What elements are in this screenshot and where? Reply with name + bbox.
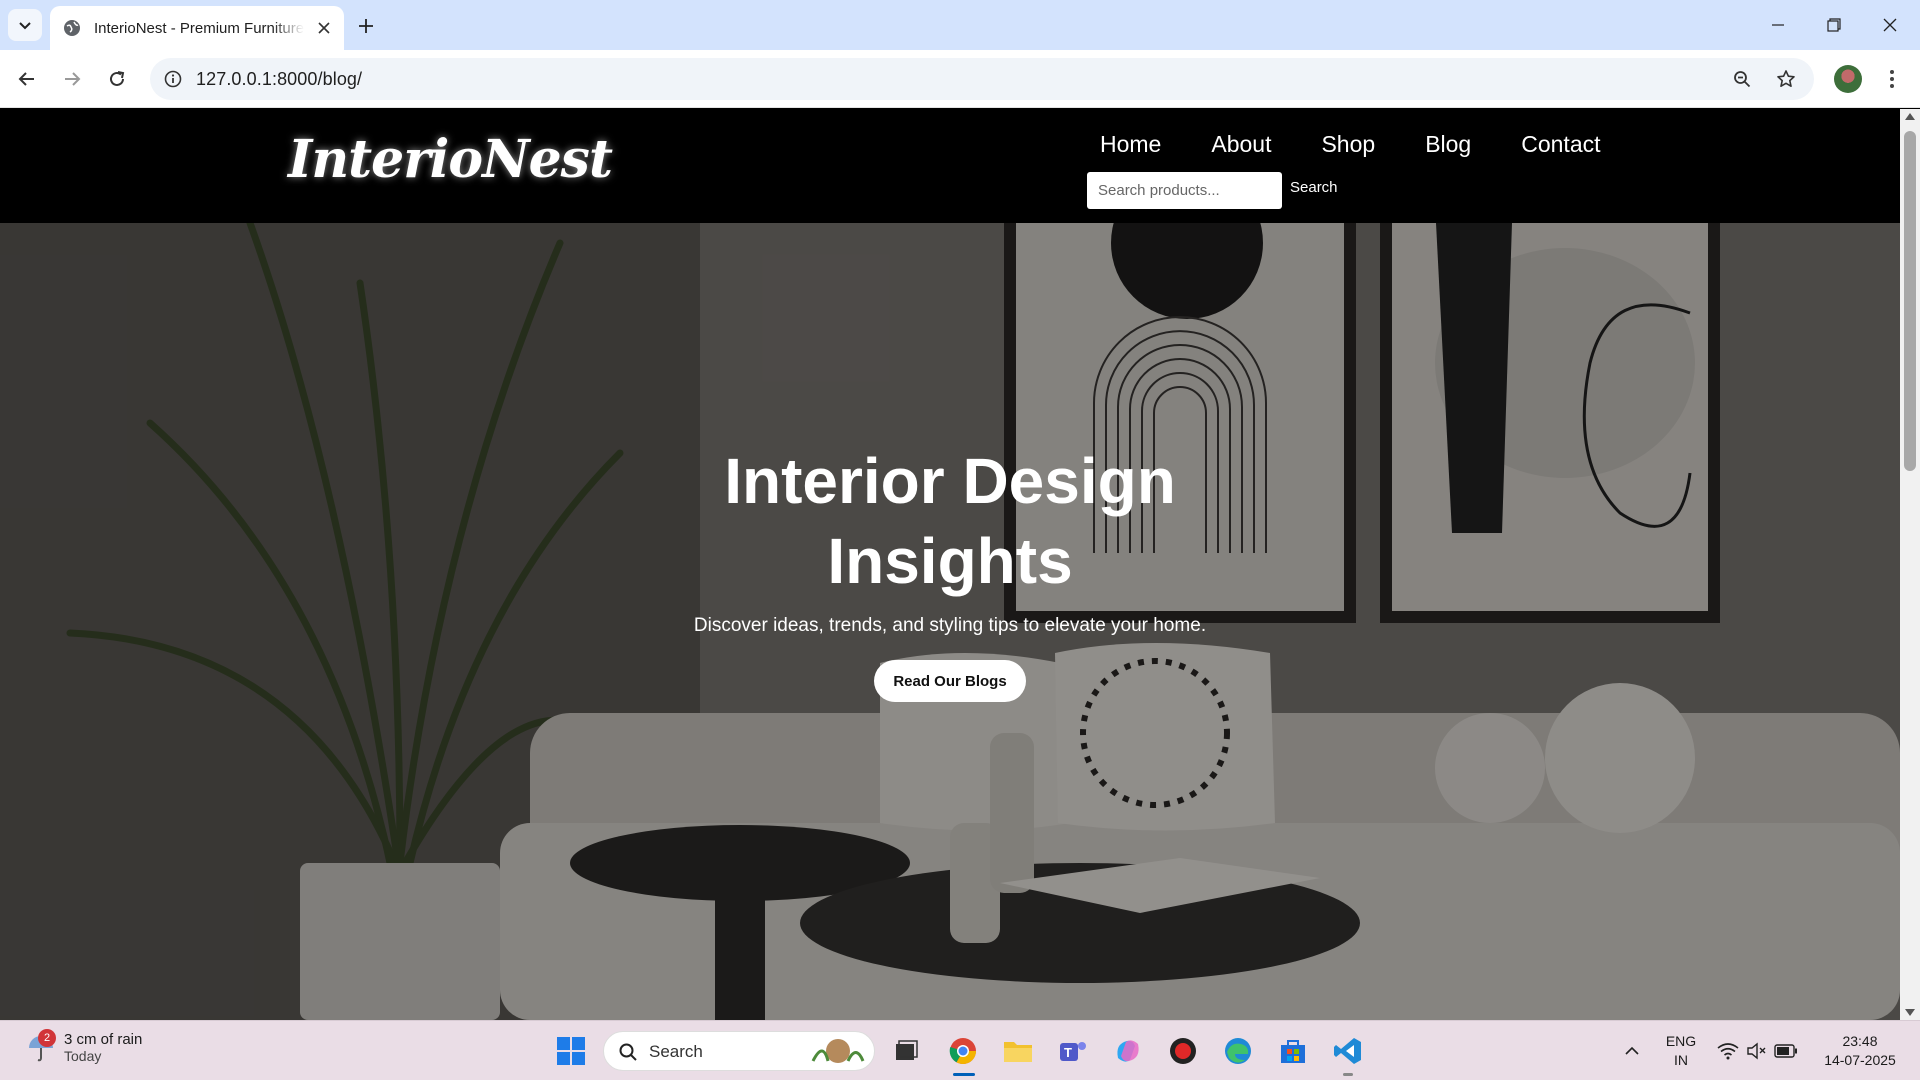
clock-date: 14-07-2025 <box>1824 1052 1896 1068</box>
close-tab-icon[interactable] <box>314 18 334 38</box>
minimize-icon <box>1772 24 1784 26</box>
nav-blog[interactable]: Blog <box>1425 131 1471 158</box>
lang-line1: ENG <box>1665 1033 1697 1049</box>
plus-icon <box>359 19 373 33</box>
nav-home[interactable]: Home <box>1100 131 1161 158</box>
hero-subtitle: Discover ideas, trends, and styling tips… <box>693 615 1207 636</box>
main-nav: Home About Shop Blog Contact <box>1100 131 1651 158</box>
minimize-button[interactable] <box>1750 0 1806 50</box>
scroll-up-icon[interactable] <box>1905 113 1915 120</box>
zoom-icon[interactable] <box>1730 67 1754 91</box>
reload-icon <box>110 71 125 86</box>
scrollbar-thumb[interactable] <box>1904 131 1916 471</box>
forward-button[interactable] <box>55 62 89 96</box>
hero-title-line2: Insights <box>827 525 1073 597</box>
lang-line2: IN <box>1674 1052 1688 1068</box>
chrome-active-indicator <box>953 1073 975 1076</box>
search-icon <box>619 1043 637 1061</box>
battery-icon[interactable] <box>1768 1033 1804 1069</box>
search-highlight-icon <box>811 1039 865 1063</box>
taskbar: 2 3 cm of rain Today Search T ENG IN 23:… <box>0 1020 1920 1080</box>
browser-tabstrip: InterioNest - Premium Furniture <box>0 0 1920 50</box>
tab-search-button[interactable] <box>8 9 42 41</box>
new-tab-button[interactable] <box>352 12 380 40</box>
nav-shop[interactable]: Shop <box>1321 131 1375 158</box>
nav-about[interactable]: About <box>1211 131 1271 158</box>
chevron-down-icon <box>19 22 31 30</box>
vscode-icon[interactable] <box>1330 1033 1366 1069</box>
page-viewport: InterioNest Home About Shop Blog Contact… <box>0 109 1920 1020</box>
hero-section: Interior Design Insights Discover ideas,… <box>0 223 1900 1020</box>
vscode-running-indicator <box>1343 1073 1353 1076</box>
weather-line2: Today <box>64 1048 102 1064</box>
windows-start-icon[interactable] <box>553 1033 589 1069</box>
hero-title-line1: Interior Design <box>724 445 1176 517</box>
taskbar-search-label: Search <box>649 1042 703 1061</box>
weather-line1: 3 cm of rain <box>64 1031 143 1048</box>
address-bar[interactable]: 127.0.0.1:8000/blog/ <box>150 58 1814 100</box>
close-icon <box>1883 18 1897 32</box>
search-button[interactable]: Search <box>1290 179 1338 196</box>
restore-icon <box>1827 18 1841 32</box>
product-search-input[interactable] <box>1087 172 1282 209</box>
profile-avatar[interactable] <box>1834 65 1862 93</box>
scroll-down-icon[interactable] <box>1905 1009 1915 1016</box>
store-icon[interactable] <box>1275 1033 1311 1069</box>
read-our-blogs-button[interactable]: Read Our Blogs <box>874 660 1026 702</box>
globe-icon <box>64 20 80 36</box>
url-text[interactable]: 127.0.0.1:8000/blog/ <box>196 69 362 90</box>
edge-icon[interactable] <box>1220 1033 1256 1069</box>
clock[interactable]: 23:48 14-07-2025 <box>1810 1032 1910 1070</box>
weather-badge: 2 <box>38 1028 56 1047</box>
back-button[interactable] <box>10 62 44 96</box>
svg-text:T: T <box>1064 1045 1072 1060</box>
taskbar-search[interactable]: Search <box>603 1031 875 1071</box>
site-info-icon[interactable] <box>162 68 184 90</box>
copilot-icon[interactable] <box>1110 1033 1146 1069</box>
site-header: InterioNest Home About Shop Blog Contact… <box>0 109 1900 223</box>
app-red-icon[interactable] <box>1165 1033 1201 1069</box>
nav-contact[interactable]: Contact <box>1521 131 1600 158</box>
umbrella-icon: 2 <box>26 1028 56 1063</box>
reload-button[interactable] <box>100 62 134 96</box>
bookmark-star-icon[interactable] <box>1774 67 1798 91</box>
input-language[interactable]: ENG IN <box>1660 1032 1702 1070</box>
chevron-up-icon[interactable] <box>1614 1033 1650 1069</box>
chrome-icon[interactable] <box>945 1033 981 1069</box>
weather-widget[interactable]: 2 3 cm of rain Today <box>26 1028 143 1064</box>
arrow-left-icon <box>18 72 34 86</box>
clock-time: 23:48 <box>1842 1033 1878 1049</box>
browser-toolbar: 127.0.0.1:8000/blog/ <box>0 50 1920 108</box>
browser-menu-icon[interactable] <box>1880 66 1904 92</box>
tab-title: InterioNest - Premium Furniture <box>94 19 304 37</box>
page-scrollbar[interactable] <box>1900 109 1920 1020</box>
task-view-icon[interactable] <box>888 1033 924 1069</box>
restore-button[interactable] <box>1806 0 1862 50</box>
site-logo[interactable]: InterioNest <box>288 129 613 190</box>
browser-tab-active[interactable]: InterioNest - Premium Furniture <box>50 6 344 50</box>
file-explorer-icon[interactable] <box>1000 1033 1036 1069</box>
close-window-button[interactable] <box>1862 0 1918 50</box>
arrow-right-icon <box>65 72 81 86</box>
hero-title: Interior Design Insights <box>0 441 1900 601</box>
teams-icon[interactable]: T <box>1055 1033 1091 1069</box>
